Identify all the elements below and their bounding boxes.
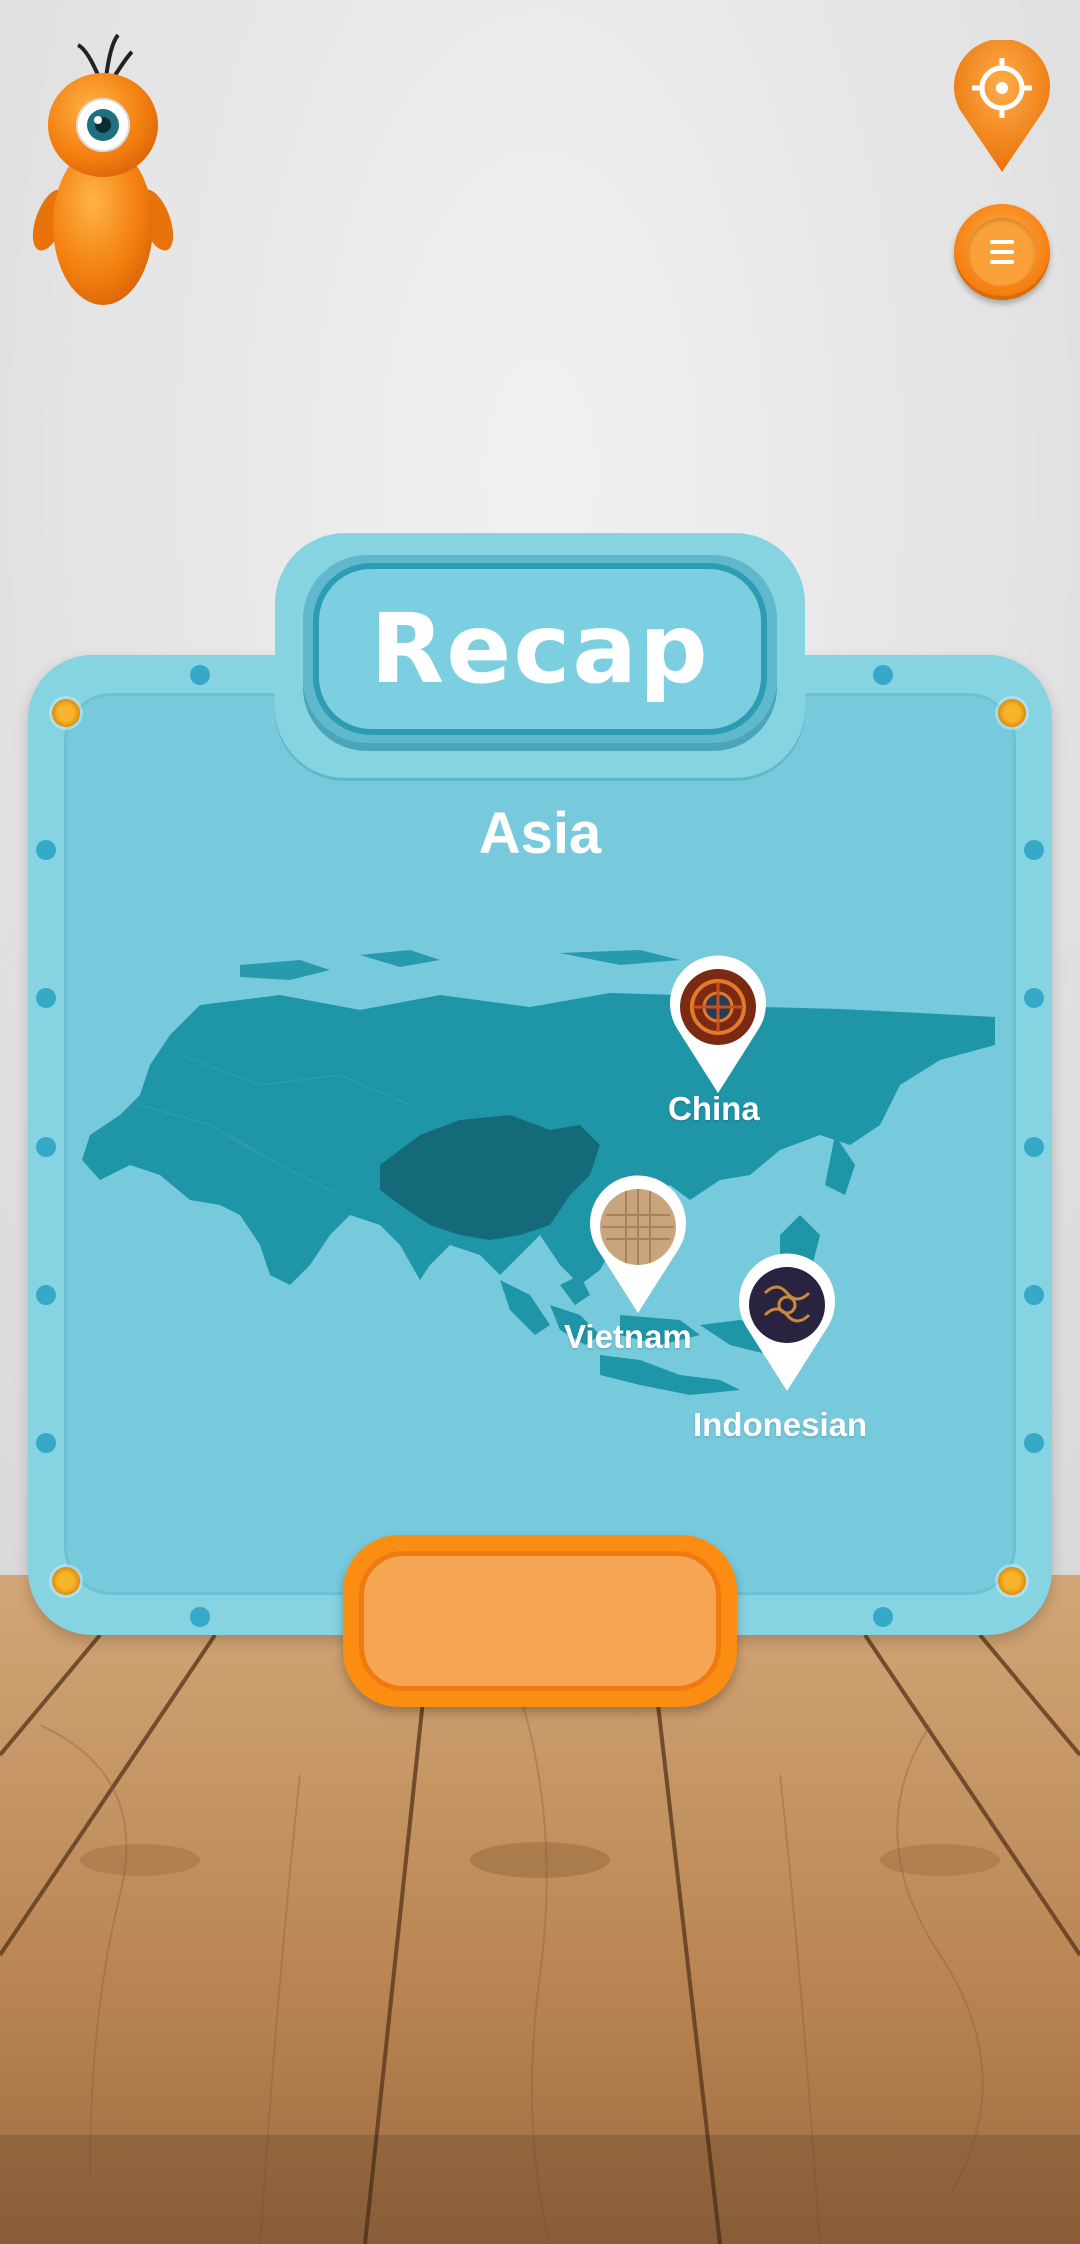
rivet xyxy=(36,988,56,1008)
rivet xyxy=(1024,988,1044,1008)
locate-button[interactable] xyxy=(952,38,1052,175)
bolt-icon xyxy=(52,699,80,727)
menu-button[interactable] xyxy=(954,204,1050,300)
continue-button-label xyxy=(359,1551,721,1691)
rivet xyxy=(190,1607,210,1627)
page-title: Recap xyxy=(370,593,710,705)
pin-indonesian[interactable] xyxy=(737,1253,837,1393)
rivet xyxy=(190,665,210,685)
map-pin-icon xyxy=(670,955,766,1093)
title-plate: Recap xyxy=(275,533,805,778)
map-pin-icon xyxy=(739,1253,835,1391)
crosshair-icon xyxy=(954,38,1050,173)
bolt-icon xyxy=(52,1567,80,1595)
continue-button[interactable] xyxy=(343,1535,737,1707)
rivet xyxy=(36,1137,56,1157)
rivet xyxy=(1024,1137,1044,1157)
pin-vietnam[interactable] xyxy=(588,1175,688,1315)
bolt-icon xyxy=(998,699,1026,727)
pin-label-vietnam: Vietnam xyxy=(564,1318,692,1355)
bolt-icon xyxy=(998,1567,1026,1595)
rivet xyxy=(36,1433,56,1453)
rivet xyxy=(1024,1285,1044,1305)
rivet xyxy=(1024,1433,1044,1453)
asia-map xyxy=(82,950,995,1395)
rivet xyxy=(36,1285,56,1305)
hamburger-menu-icon xyxy=(968,218,1036,286)
pin-china[interactable] xyxy=(668,955,768,1095)
region-title: Asia xyxy=(478,801,602,866)
mascot-icon xyxy=(28,30,178,305)
pin-label-indonesian: Indonesian xyxy=(693,1406,868,1443)
rivet xyxy=(873,1607,893,1627)
rivet xyxy=(873,665,893,685)
map-pin-icon xyxy=(590,1175,686,1313)
pin-label-china: China xyxy=(668,1090,760,1127)
